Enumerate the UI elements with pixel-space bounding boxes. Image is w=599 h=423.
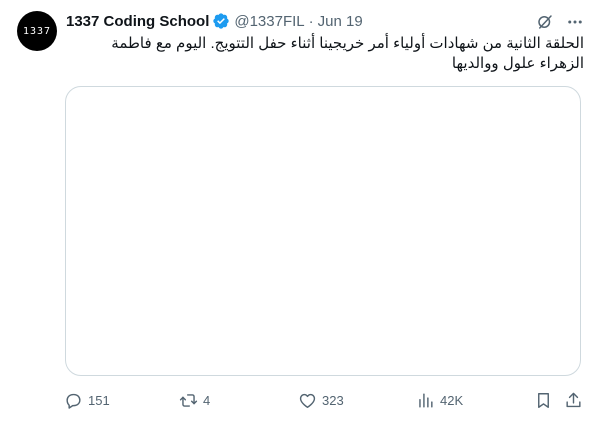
more-icon[interactable] bbox=[565, 12, 585, 32]
bookmark-icon bbox=[538, 392, 549, 408]
display-name[interactable]: 1337 Coding School bbox=[66, 13, 209, 30]
tweet-article[interactable]: 1337 1337 Coding School @1337FIL · Jun 1… bbox=[0, 0, 599, 423]
handle[interactable]: @1337FIL bbox=[234, 13, 304, 30]
views-count: 42K bbox=[440, 392, 464, 408]
share-icon bbox=[566, 392, 581, 407]
repost-icon bbox=[179, 393, 198, 407]
grok-icon[interactable] bbox=[535, 12, 555, 32]
top-actions bbox=[535, 12, 585, 32]
views-icon bbox=[419, 392, 433, 408]
like-button[interactable]: 323 bbox=[298, 389, 344, 411]
reply-icon bbox=[66, 393, 81, 409]
bookmark-button[interactable] bbox=[534, 389, 553, 411]
tweet-header: 1337 Coding School @1337FIL · Jun 19 bbox=[66, 10, 529, 32]
repost-button[interactable]: 4 bbox=[179, 389, 210, 411]
repost-count: 4 bbox=[203, 392, 211, 408]
views-button[interactable]: 42K bbox=[416, 389, 463, 411]
action-bar: 151 4 323 42K bbox=[64, 389, 586, 411]
reply-button[interactable]: 151 bbox=[64, 389, 110, 411]
tweet-text: الحلقة الثانية من شهادات أولياء أمر خريج… bbox=[111, 35, 584, 72]
avatar[interactable]: 1337 bbox=[17, 11, 57, 51]
share-button[interactable] bbox=[564, 389, 583, 411]
like-icon bbox=[299, 393, 316, 408]
post-date[interactable]: Jun 19 bbox=[318, 13, 363, 30]
reply-count: 151 bbox=[88, 392, 110, 408]
avatar-logo-text: 1337 bbox=[22, 25, 52, 37]
verified-badge-icon[interactable] bbox=[212, 12, 230, 30]
like-count: 323 bbox=[322, 392, 344, 408]
media-placeholder[interactable] bbox=[65, 86, 581, 376]
separator-dot: · bbox=[308, 12, 314, 30]
